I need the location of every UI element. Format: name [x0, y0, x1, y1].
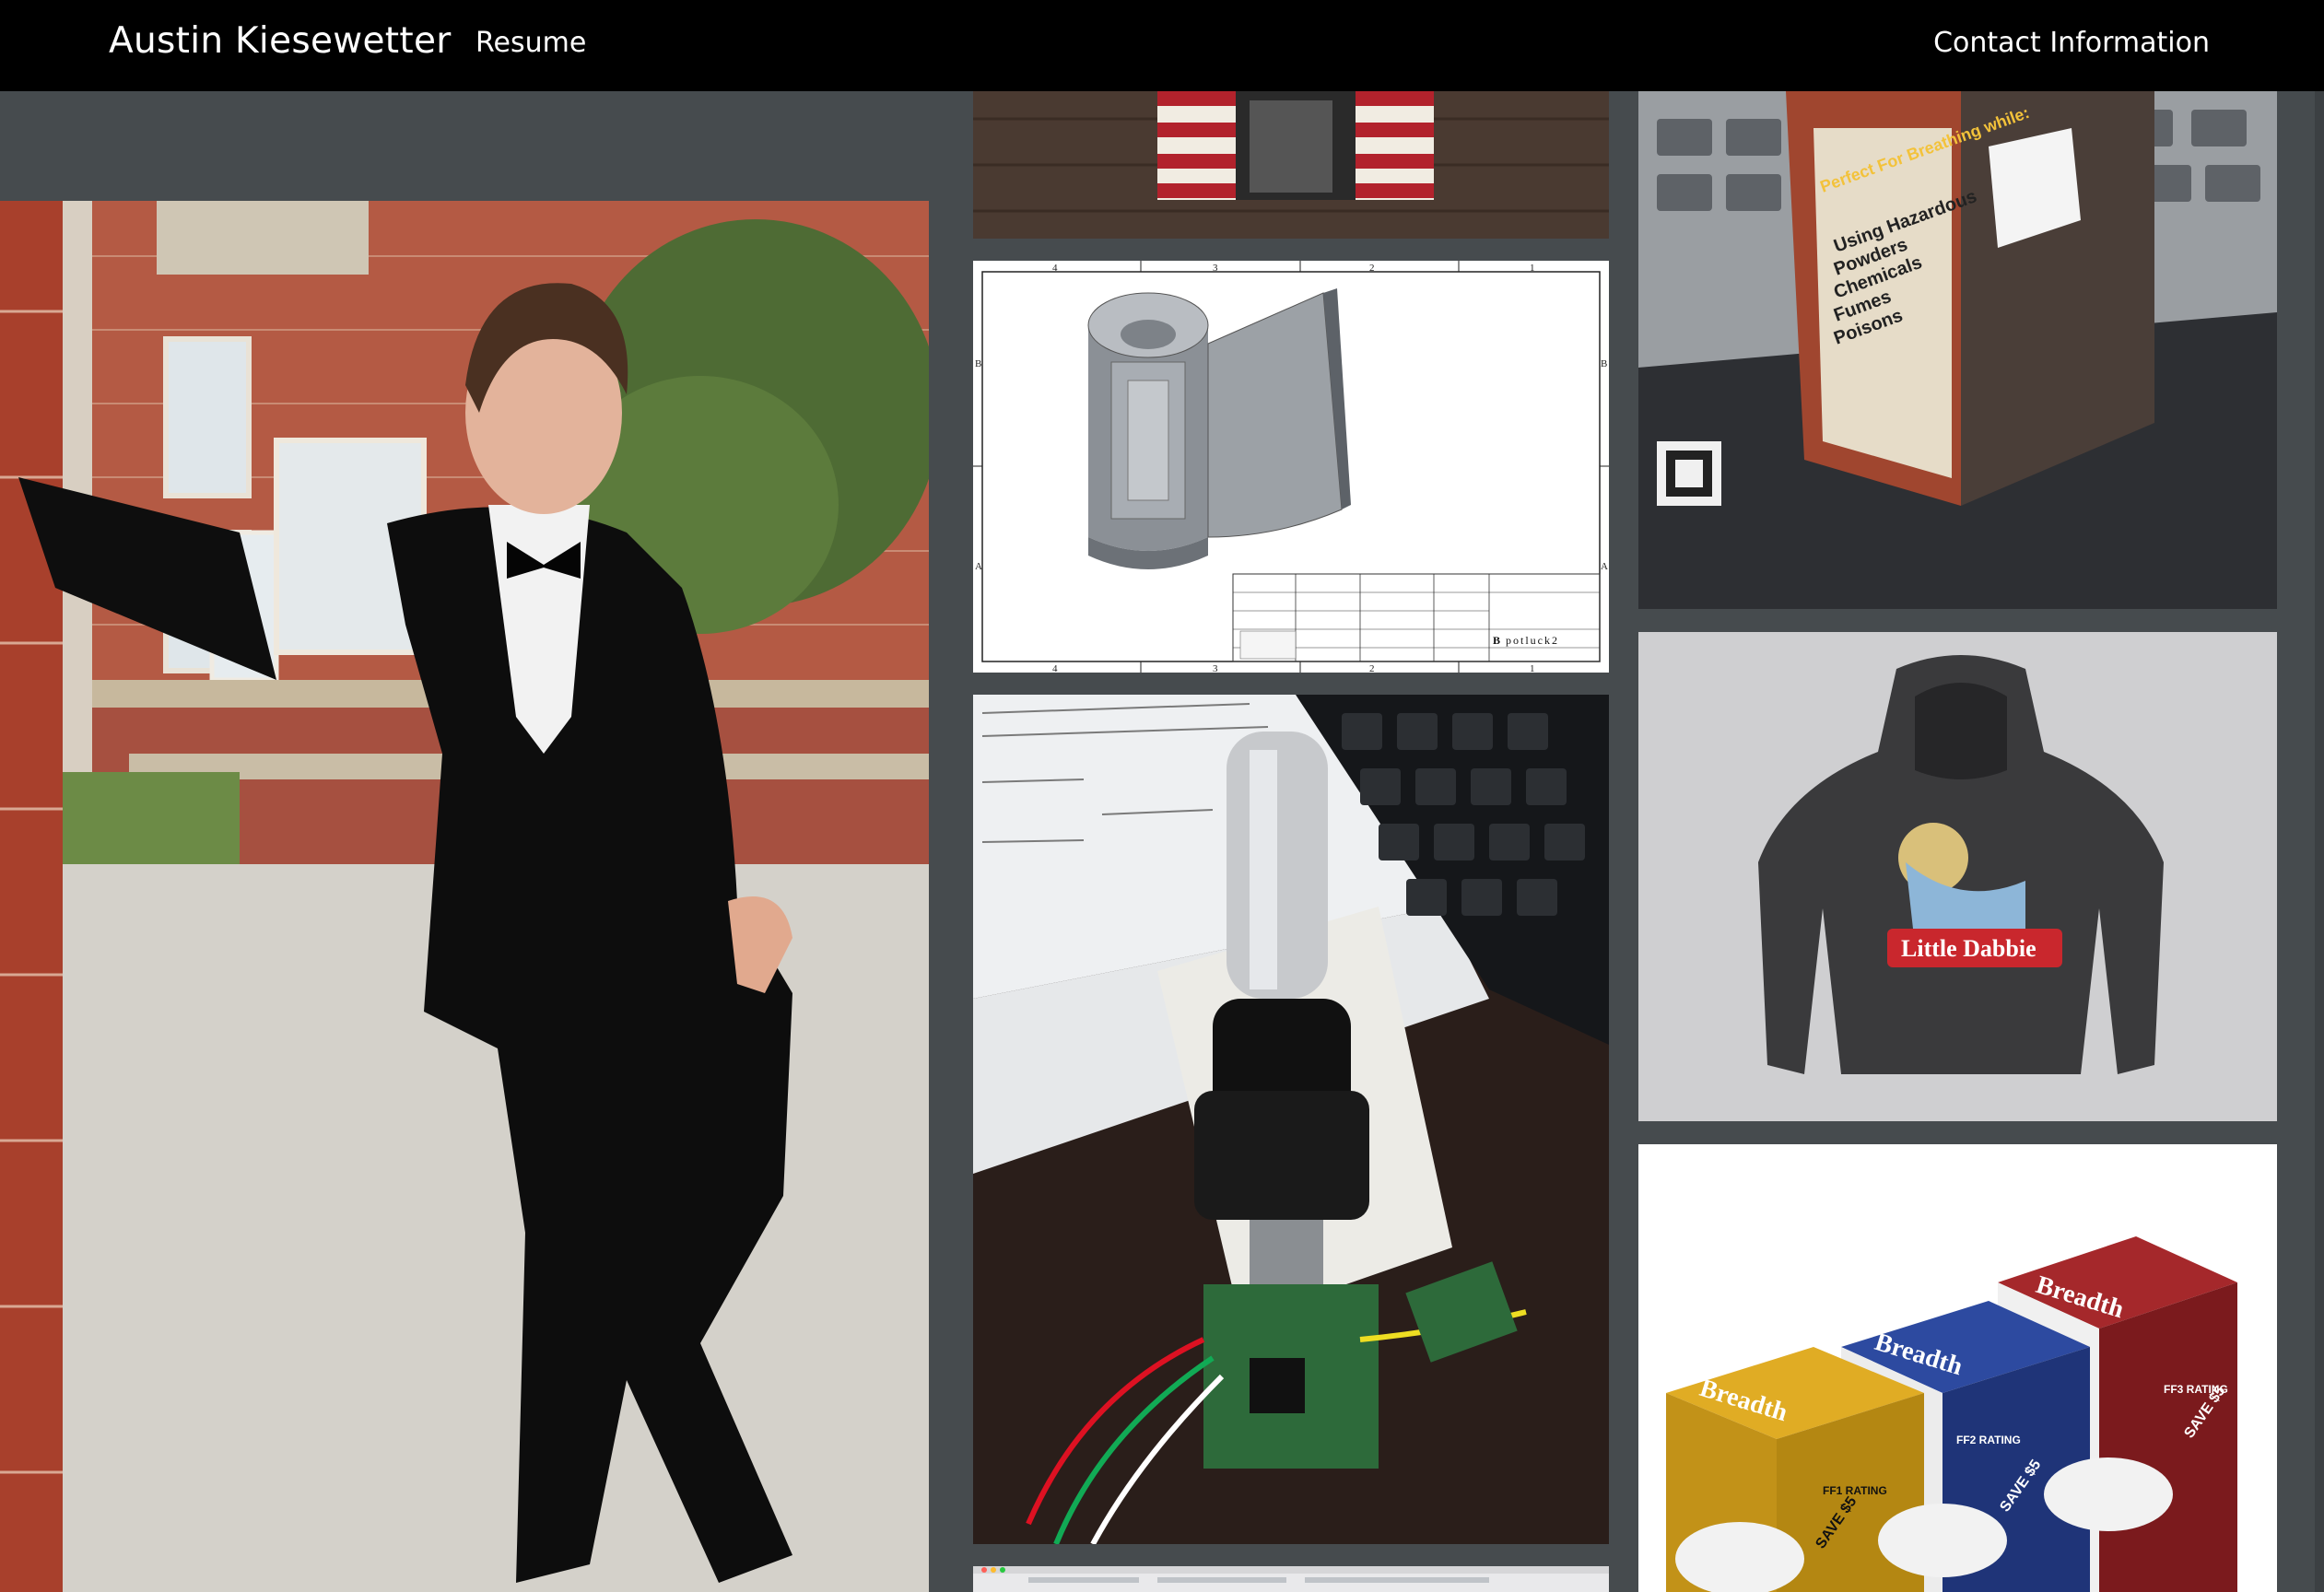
hoodie-print-text: Little Dabbie: [1901, 935, 2036, 962]
cad-row-label: A: [975, 561, 982, 572]
hoodie-mockup-image[interactable]: Little Dabbie: [1638, 632, 2277, 1121]
nav-resume-link[interactable]: Resume: [475, 27, 586, 59]
cad-row-label: B: [975, 358, 981, 369]
nav-contact-link[interactable]: Contact Information: [1933, 27, 2210, 59]
box-rating-label: FF1 RATING: [1823, 1484, 1887, 1497]
cad-col-label: 2: [1369, 263, 1375, 274]
portrait-photo[interactable]: [0, 201, 929, 1592]
site-brand-link[interactable]: Austin Kiesewetter: [109, 20, 452, 62]
cad-part-name: potluck2: [1506, 634, 1559, 647]
cad-col-label: 4: [1052, 663, 1058, 673]
breadth-boxes-photo[interactable]: Breadth Breadth Breadth FF1 RATING FF2 R…: [1638, 1144, 2277, 1592]
cad-col-label: 1: [1530, 263, 1535, 274]
cad-col-label: 4: [1052, 263, 1058, 274]
page-scrollbar[interactable]: [2315, 91, 2324, 1592]
cad-col-label: 3: [1213, 263, 1218, 274]
cad-row-label: A: [1601, 561, 1608, 572]
cad-col-label: 3: [1213, 663, 1218, 673]
cad-row-label: B: [1601, 358, 1607, 369]
prototype-photo[interactable]: [973, 695, 1609, 1544]
flag-art-photo[interactable]: [973, 91, 1609, 239]
mask-box-photo[interactable]: Perfect For Breathing while: Using Hazar…: [1638, 91, 2277, 609]
cad-col-label: 2: [1369, 663, 1375, 673]
software-screenshot[interactable]: [973, 1566, 1609, 1592]
box-rating-label: FF2 RATING: [1956, 1434, 2021, 1446]
cad-drawing-image[interactable]: 4 3 2 1 4 3 2 1 B A B A B potluck2: [973, 261, 1609, 673]
cad-size-label: B: [1493, 634, 1500, 647]
top-navbar: Austin Kiesewetter Resume Contact Inform…: [0, 0, 2324, 91]
cad-col-label: 1: [1530, 663, 1535, 673]
